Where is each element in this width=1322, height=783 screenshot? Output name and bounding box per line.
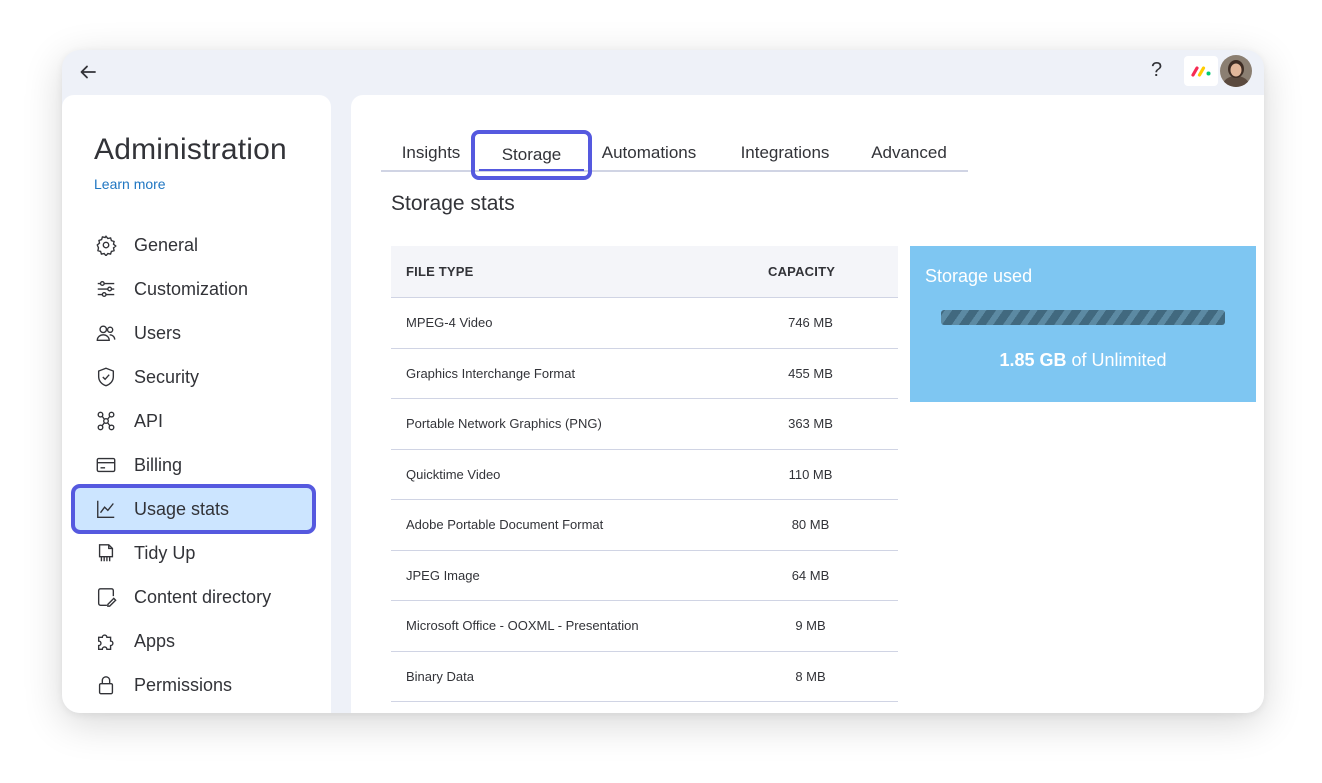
- sidebar-item-customization[interactable]: Customization: [74, 267, 313, 311]
- storage-used-text: 1.85 GB of Unlimited: [910, 350, 1256, 371]
- tab-advanced[interactable]: Advanced: [863, 133, 955, 172]
- storage-progress-bar: [941, 310, 1225, 325]
- tab-bar: Insights Storage Automations Integration…: [381, 130, 968, 180]
- users-icon: [94, 321, 118, 345]
- storage-table: FILE TYPE CAPACITY MPEG-4 Video 746 MB G…: [391, 246, 898, 702]
- table-row: Binary Data 8 MB: [391, 652, 898, 702]
- cell-file-type: Adobe Portable Document Format: [406, 517, 604, 533]
- sidebar-item-label: API: [134, 410, 164, 431]
- table-row: MPEG-4 Video 746 MB: [391, 298, 898, 349]
- gear-icon: [94, 233, 118, 257]
- lock-icon: [94, 673, 118, 697]
- sidebar: Administration Learn more General Custom…: [62, 95, 331, 713]
- sidebar-title: Administration: [94, 133, 287, 166]
- tab-storage[interactable]: Storage: [471, 130, 592, 180]
- tab-insights[interactable]: Insights: [387, 133, 475, 172]
- back-arrow-icon[interactable]: [78, 62, 98, 82]
- cell-file-type: Microsoft Office - OOXML - Presentation: [406, 618, 639, 634]
- tab-integrations[interactable]: Integrations: [731, 133, 839, 172]
- cell-file-type: MPEG-4 Video: [406, 315, 493, 331]
- sidebar-item-label: Security: [134, 366, 200, 387]
- app-window: ? Administration Learn more General Cust…: [62, 50, 1264, 713]
- learn-more-link[interactable]: Learn more: [94, 176, 166, 192]
- api-icon: [94, 409, 118, 433]
- column-header-capacity[interactable]: CAPACITY: [768, 264, 898, 279]
- sidebar-item-general[interactable]: General: [74, 223, 313, 267]
- cell-capacity: 746 MB: [788, 315, 833, 331]
- table-row: Quicktime Video 110 MB: [391, 450, 898, 500]
- cell-file-type: Portable Network Graphics (PNG): [406, 416, 602, 432]
- table-row: Adobe Portable Document Format 80 MB: [391, 500, 898, 551]
- cell-capacity: 64 MB: [791, 567, 830, 583]
- tidy-up-icon: [94, 541, 118, 565]
- sidebar-item-label: Billing: [134, 454, 183, 475]
- puzzle-icon: [94, 629, 118, 653]
- cell-file-type: JPEG Image: [406, 567, 480, 583]
- sidebar-nav: General Customization Users Security API…: [71, 223, 316, 707]
- sidebar-item-api[interactable]: API: [74, 399, 313, 443]
- sidebar-item-permissions[interactable]: Permissions: [74, 663, 313, 707]
- storage-used-card: Storage used 1.85 GB of Unlimited: [910, 246, 1256, 402]
- main-panel: Insights Storage Automations Integration…: [351, 95, 1264, 713]
- storage-limit-text: of Unlimited: [1066, 350, 1167, 370]
- cell-file-type: Binary Data: [406, 668, 474, 684]
- sidebar-item-users[interactable]: Users: [74, 311, 313, 355]
- shield-icon: [94, 365, 118, 389]
- cell-capacity: 80 MB: [791, 517, 830, 533]
- sidebar-item-label: Apps: [134, 630, 176, 651]
- sidebar-item-tidy-up[interactable]: Tidy Up: [74, 531, 313, 575]
- sidebar-item-billing[interactable]: Billing: [74, 443, 313, 487]
- tab-label: Storage: [501, 145, 562, 164]
- sidebar-item-label: Usage stats: [134, 498, 230, 519]
- cell-capacity: 8 MB: [795, 668, 826, 684]
- sidebar-item-label: General: [134, 234, 199, 255]
- sidebar-item-label: Tidy Up: [134, 542, 196, 563]
- content-directory-icon: [94, 585, 118, 609]
- table-header: FILE TYPE CAPACITY: [391, 246, 898, 298]
- tab-automations[interactable]: Automations: [594, 133, 704, 172]
- column-header-file-type[interactable]: FILE TYPE: [391, 264, 768, 279]
- storage-card-title: Storage used: [925, 266, 1033, 286]
- sidebar-item-label: Content directory: [134, 586, 272, 607]
- table-row: Portable Network Graphics (PNG) 363 MB: [391, 399, 898, 450]
- sidebar-item-apps[interactable]: Apps: [74, 619, 313, 663]
- cell-capacity: 363 MB: [788, 416, 833, 432]
- avatar[interactable]: [1220, 55, 1252, 87]
- cell-capacity: 110 MB: [788, 466, 833, 482]
- storage-used-amount: 1.85 GB: [999, 350, 1067, 370]
- cell-file-type: Graphics Interchange Format: [406, 365, 576, 381]
- section-title: Storage stats: [391, 192, 515, 215]
- sidebar-item-usage-stats[interactable]: Usage stats: [71, 484, 316, 534]
- sidebar-item-label: Permissions: [134, 674, 233, 695]
- table-row: JPEG Image 64 MB: [391, 551, 898, 601]
- top-bar: ?: [62, 50, 1264, 95]
- cell-capacity: 9 MB: [795, 618, 826, 634]
- help-button[interactable]: ?: [1151, 59, 1162, 82]
- cell-capacity: 455 MB: [788, 365, 833, 381]
- table-row: Microsoft Office - OOXML - Presentation …: [391, 601, 898, 652]
- sidebar-item-security[interactable]: Security: [74, 355, 313, 399]
- cell-file-type: Quicktime Video: [406, 466, 501, 482]
- sliders-icon: [94, 277, 118, 301]
- chart-icon: [94, 497, 118, 521]
- credit-card-icon: [94, 453, 118, 477]
- tab-active-indicator: [479, 169, 584, 171]
- monday-logo-icon: [1184, 56, 1218, 86]
- sidebar-item-label: Users: [134, 322, 182, 343]
- table-row: Graphics Interchange Format 455 MB: [391, 349, 898, 399]
- sidebar-item-content-directory[interactable]: Content directory: [74, 575, 313, 619]
- sidebar-item-label: Customization: [134, 278, 249, 299]
